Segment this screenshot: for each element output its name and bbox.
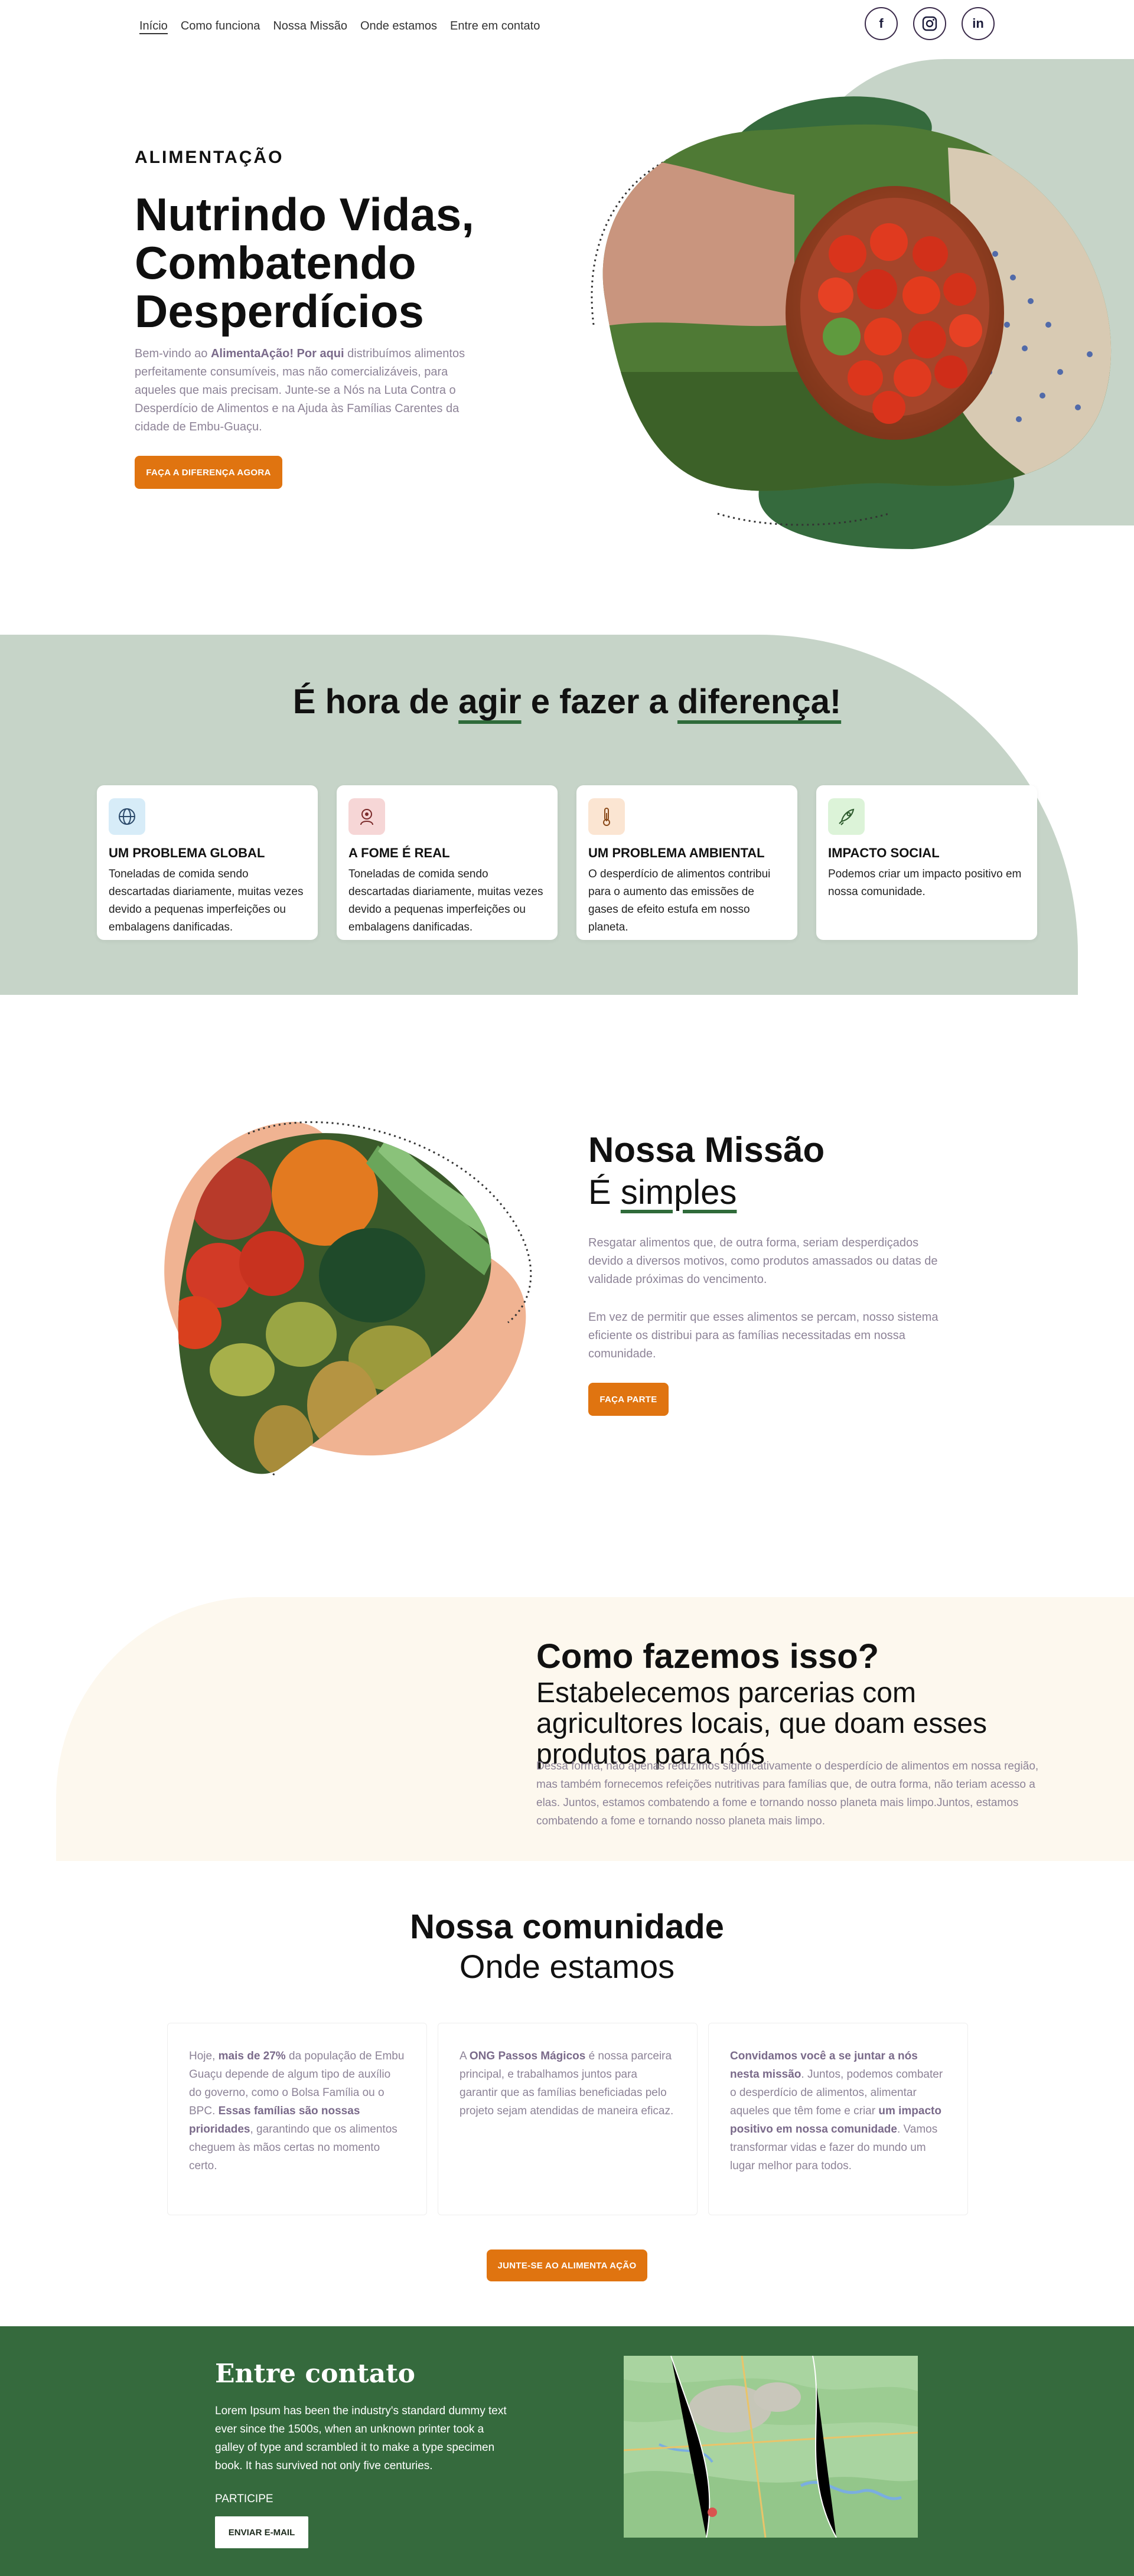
card-title: UM PROBLEMA GLOBAL: [109, 845, 265, 860]
comunidade-card-1: Hoje, mais de 27% da população de Embu G…: [167, 2023, 427, 2215]
hero-text: Bem-vindo ao AlimentaAção! Por aqui dist…: [135, 345, 471, 436]
card2-a: A: [460, 2050, 470, 2062]
card-text: Podemos criar um impacto positivo em nos…: [828, 868, 1022, 898]
contato-text: Lorem Ipsum has been the industry's stan…: [215, 2405, 507, 2472]
missao-paragraph-2: Em vez de permitir que esses alimentos s…: [588, 1311, 939, 1360]
hunger-icon: [348, 798, 385, 835]
facebook-letter: f: [879, 16, 884, 31]
hero-title: Nutrindo Vidas, Combatendo Desperdícios: [135, 188, 474, 337]
card2-b: ONG Passos Mágicos: [469, 2050, 586, 2062]
hero-tomato-bowl-image: [591, 96, 1112, 549]
nav-link-inicio[interactable]: Início: [139, 19, 168, 34]
card-fome-real: A FOME É REAL Toneladas de comida sendo …: [337, 785, 558, 940]
contato-section: [0, 2326, 1134, 2576]
location-map[interactable]: [624, 2356, 918, 2538]
comunidade-card-2: A ONG Passos Mágicos é nossa parceira pr…: [438, 2023, 698, 2215]
missao-vegetables-image: [164, 1121, 532, 1477]
thermometer-icon: [588, 798, 625, 835]
hero-eyebrow: ALIMENTAÇÃO: [135, 148, 284, 167]
missao-title: Nossa Missão: [588, 1130, 825, 1170]
agir-title-pre: É hora de: [292, 683, 459, 721]
faca-parte-button[interactable]: FAÇA PARTE: [588, 1383, 669, 1416]
card-title: IMPACTO SOCIAL: [828, 845, 940, 860]
missao-paragraph-1: Resgatar alimentos que, de outra forma, …: [588, 1236, 938, 1286]
rocket-icon: [828, 798, 865, 835]
nav-link-onde-estamos[interactable]: Onde estamos: [360, 19, 437, 34]
instagram-icon[interactable]: [913, 7, 946, 40]
participe-label: PARTICIPE: [215, 2493, 273, 2505]
missao-sub-word: simples: [620, 1173, 737, 1212]
hero-cta-button[interactable]: FAÇA A DIFERENÇA AGORA: [135, 456, 282, 489]
como-subtitle: Estabelecemos parcerias com agricultores…: [536, 1677, 988, 1770]
globe-icon: [109, 798, 145, 835]
comunidade-cards: Hoje, mais de 27% da população de Embu G…: [167, 2023, 968, 2215]
instagram-glyph: [922, 16, 937, 31]
comunidade-title: Nossa comunidade: [410, 1908, 724, 1946]
comunidade-card-3: Convidamos você a se juntar a nós nesta …: [708, 2023, 968, 2215]
card-title: A FOME É REAL: [348, 845, 450, 860]
card1-b: mais de 27%: [218, 2050, 286, 2062]
missao-sub-pre: É: [588, 1173, 621, 1212]
hero-text-pre: Bem-vindo ao: [135, 347, 211, 360]
agir-title-word-diferenca: diferença!: [677, 683, 842, 721]
agir-title: É hora de agir e fazer a diferença!: [0, 682, 1134, 721]
linkedin-letters: in: [972, 16, 984, 31]
agir-title-word-agir: agir: [458, 683, 522, 721]
nav-link-contato[interactable]: Entre em contato: [450, 19, 540, 34]
card1-a: Hoje,: [189, 2050, 219, 2062]
facebook-icon[interactable]: f: [865, 7, 898, 40]
card-text: Toneladas de comida sendo descartadas di…: [109, 868, 304, 933]
como-text: Dessa forma, não apenas reduzimos signif…: [536, 1760, 1039, 1827]
enviar-email-button[interactable]: ENVIAR E-MAIL: [215, 2516, 308, 2548]
contato-title: Entre contato: [215, 2359, 415, 2389]
card-problema-ambiental: UM PROBLEMA AMBIENTAL O desperdício de a…: [576, 785, 797, 940]
social-links: f in: [865, 7, 995, 40]
card-impacto-social: IMPACTO SOCIAL Podemos criar um impacto …: [816, 785, 1037, 940]
agir-title-mid: e fazer a: [521, 683, 677, 721]
top-nav: Início Como funciona Nossa Missão Onde e…: [0, 0, 1134, 57]
card-text: O desperdício de alimentos contribui par…: [588, 868, 771, 933]
card-title: UM PROBLEMA AMBIENTAL: [588, 845, 765, 860]
problem-cards: UM PROBLEMA GLOBAL Toneladas de comida s…: [97, 785, 1037, 940]
hero-text-bold: AlimentaAção! Por aqui: [210, 347, 344, 360]
nav-links: Início Como funciona Nossa Missão Onde e…: [139, 19, 540, 34]
junte-se-button[interactable]: JUNTE-SE AO ALIMENTA AÇÃO: [487, 2249, 647, 2281]
nav-link-como-funciona[interactable]: Como funciona: [181, 19, 260, 34]
missao-subtitle: É simples: [588, 1173, 737, 1212]
card-problema-global: UM PROBLEMA GLOBAL Toneladas de comida s…: [97, 785, 318, 940]
linkedin-icon[interactable]: in: [962, 7, 995, 40]
card-text: Toneladas de comida sendo descartadas di…: [348, 868, 543, 933]
como-title: Como fazemos isso?: [536, 1637, 879, 1676]
comunidade-subtitle: Onde estamos: [459, 1948, 675, 1985]
nav-link-nossa-missao[interactable]: Nossa Missão: [273, 19, 347, 34]
